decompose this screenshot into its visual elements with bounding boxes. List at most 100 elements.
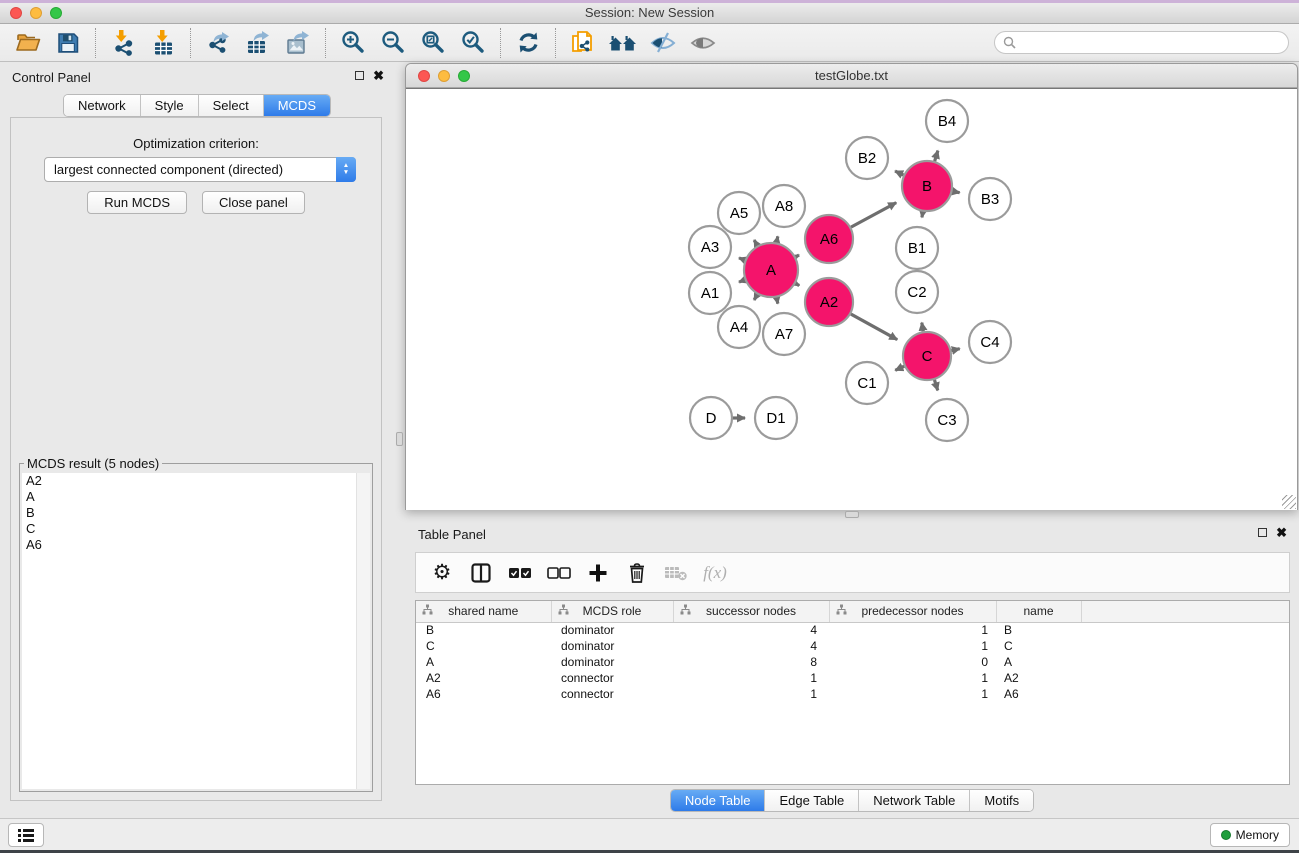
zoom-selected-icon[interactable] xyxy=(453,26,493,60)
cell[interactable]: connector xyxy=(551,670,673,686)
cell[interactable]: B xyxy=(996,622,1081,638)
export-table-icon[interactable] xyxy=(238,26,278,60)
cell[interactable]: A xyxy=(996,654,1081,670)
delete-columns-icon[interactable] xyxy=(625,559,649,587)
open-session-icon[interactable] xyxy=(8,26,48,60)
window-resize-grip[interactable] xyxy=(1282,495,1296,509)
node-A7[interactable]: A7 xyxy=(763,313,805,355)
table-row[interactable]: Cdominator41C xyxy=(416,638,1289,654)
node-B1[interactable]: B1 xyxy=(896,227,938,269)
cell[interactable]: 1 xyxy=(829,670,996,686)
new-network-from-selection-icon[interactable] xyxy=(563,26,603,60)
edge-A-A6[interactable] xyxy=(796,255,799,257)
node-D1[interactable]: D1 xyxy=(755,397,797,439)
cell[interactable]: 1 xyxy=(829,622,996,638)
network-graph[interactable]: B4B2BB3A5A8A6A3B1AA1C2A2A4A7C4CC1C3DD1 xyxy=(406,89,1297,509)
edge-A-A5[interactable] xyxy=(754,240,757,246)
edge-A6-B[interactable] xyxy=(851,203,896,227)
tab-node-table[interactable]: Node Table xyxy=(671,790,766,811)
export-network-icon[interactable] xyxy=(198,26,238,60)
tab-mcds[interactable]: MCDS xyxy=(264,95,330,116)
run-mcds-button[interactable]: Run MCDS xyxy=(87,191,187,214)
first-neighbors-icon[interactable] xyxy=(603,26,643,60)
column-header-successor-nodes[interactable]: successor nodes xyxy=(673,601,829,622)
table-row[interactable]: A2connector11A2 xyxy=(416,670,1289,686)
cell[interactable]: A xyxy=(416,654,551,670)
table-row[interactable]: A6connector11A6 xyxy=(416,686,1289,702)
memory-button[interactable]: Memory xyxy=(1210,823,1290,847)
node-A8[interactable]: A8 xyxy=(763,185,805,227)
edge-A-A4[interactable] xyxy=(754,294,757,300)
zoom-in-icon[interactable] xyxy=(333,26,373,60)
node-D[interactable]: D xyxy=(690,397,732,439)
tab-edge-table[interactable]: Edge Table xyxy=(765,790,859,811)
table-row[interactable]: Adominator80A xyxy=(416,654,1289,670)
cell[interactable]: dominator xyxy=(551,622,673,638)
create-column-icon[interactable] xyxy=(586,559,610,587)
edge-C-C4[interactable] xyxy=(951,349,959,351)
cell[interactable]: A6 xyxy=(416,686,551,702)
vertical-split-grip[interactable] xyxy=(396,432,403,446)
save-session-icon[interactable] xyxy=(48,26,88,60)
edge-A2-C[interactable] xyxy=(851,314,897,340)
mcds-result-item[interactable]: A6 xyxy=(22,537,370,553)
edge-A-A1[interactable] xyxy=(739,280,745,282)
mcds-result-item[interactable]: A2 xyxy=(22,473,370,489)
cell[interactable]: A2 xyxy=(996,670,1081,686)
criterion-dropdown[interactable]: largest connected component (directed) ▲… xyxy=(44,157,356,182)
deselect-all-icon[interactable] xyxy=(547,559,571,587)
edge-A-A7[interactable] xyxy=(777,297,778,303)
mcds-result-item[interactable]: A xyxy=(22,489,370,505)
close-table-panel-icon[interactable]: ✖ xyxy=(1276,527,1287,538)
search-input[interactable] xyxy=(1022,36,1280,50)
edge-B-B4[interactable] xyxy=(935,151,938,162)
edge-B-B3[interactable] xyxy=(952,191,959,192)
graphics-details-icon[interactable] xyxy=(643,26,683,60)
table-row[interactable]: Bdominator41B xyxy=(416,622,1289,638)
birdseye-view-icon[interactable] xyxy=(683,26,723,60)
import-table-icon[interactable] xyxy=(143,26,183,60)
task-history-button[interactable] xyxy=(8,823,44,847)
tab-style[interactable]: Style xyxy=(141,95,199,116)
tab-select[interactable]: Select xyxy=(199,95,264,116)
node-C1[interactable]: C1 xyxy=(846,362,888,404)
node-A[interactable]: A xyxy=(744,243,798,297)
cell[interactable]: B xyxy=(416,622,551,638)
network-canvas[interactable]: B4B2BB3A5A8A6A3B1AA1C2A2A4A7C4CC1C3DD1 xyxy=(406,88,1297,510)
table-settings-icon[interactable]: ⚙ xyxy=(430,559,454,587)
cell[interactable]: C xyxy=(996,638,1081,654)
cell[interactable]: A2 xyxy=(416,670,551,686)
cell[interactable]: 1 xyxy=(829,686,996,702)
node-C3[interactable]: C3 xyxy=(926,399,968,441)
float-table-panel-icon[interactable] xyxy=(1258,528,1267,537)
cell[interactable]: dominator xyxy=(551,638,673,654)
node-C4[interactable]: C4 xyxy=(969,321,1011,363)
cell[interactable]: C xyxy=(416,638,551,654)
mcds-result-item[interactable]: C xyxy=(22,521,370,537)
mcds-result-list[interactable]: A2ABCA6 xyxy=(22,473,370,789)
select-all-icon[interactable] xyxy=(508,559,532,587)
cell[interactable]: A6 xyxy=(996,686,1081,702)
float-panel-icon[interactable] xyxy=(355,71,364,80)
cell[interactable]: connector xyxy=(551,686,673,702)
edge-C-C1[interactable] xyxy=(895,366,904,370)
cell[interactable]: 8 xyxy=(673,654,829,670)
node-A3[interactable]: A3 xyxy=(689,226,731,268)
tab-network-table[interactable]: Network Table xyxy=(859,790,970,811)
column-header-predecessor-nodes[interactable]: predecessor nodes xyxy=(829,601,996,622)
node-B4[interactable]: B4 xyxy=(926,100,968,142)
edge-C-C3[interactable] xyxy=(934,380,937,391)
horizontal-split-grip[interactable] xyxy=(845,511,859,518)
edge-A-A2[interactable] xyxy=(796,284,800,286)
node-A6[interactable]: A6 xyxy=(805,215,853,263)
cell[interactable]: 1 xyxy=(673,686,829,702)
mcds-result-item[interactable]: B xyxy=(22,505,370,521)
column-header-mcds-role[interactable]: MCDS role xyxy=(551,601,673,622)
close-panel-icon[interactable]: ✖ xyxy=(373,70,384,81)
edge-C-C2[interactable] xyxy=(922,323,923,332)
node-A2[interactable]: A2 xyxy=(805,278,853,326)
zoom-out-icon[interactable] xyxy=(373,26,413,60)
search-box[interactable] xyxy=(994,31,1289,54)
node-B[interactable]: B xyxy=(902,161,952,211)
cell[interactable]: dominator xyxy=(551,654,673,670)
